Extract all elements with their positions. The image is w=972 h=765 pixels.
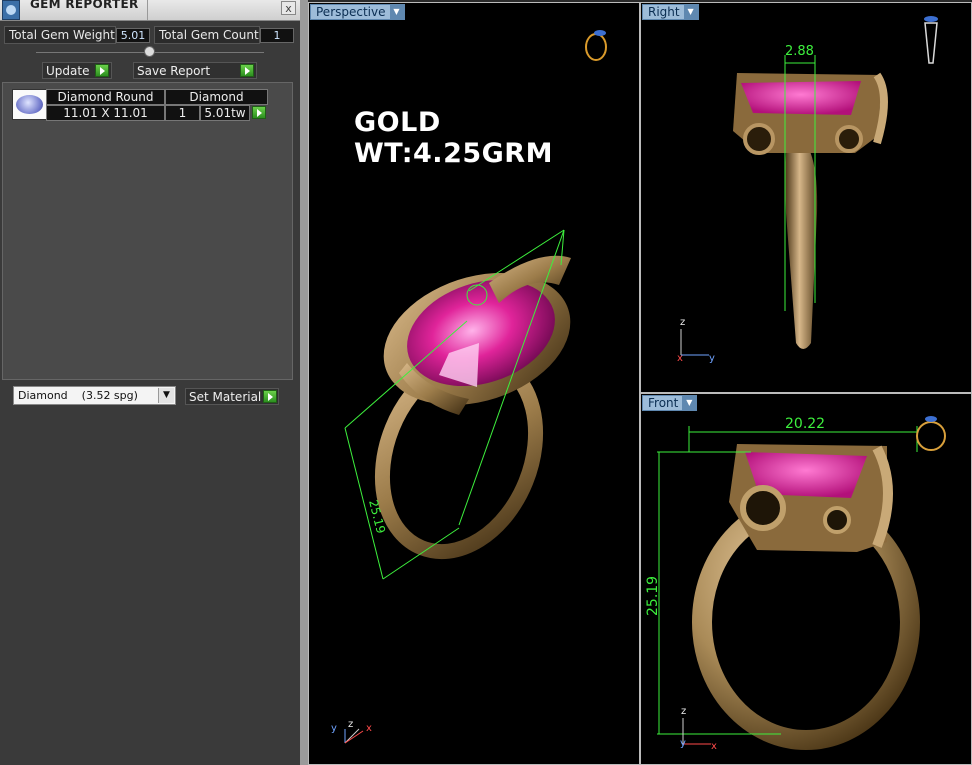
update-button[interactable]: Update xyxy=(42,62,112,79)
gem-row-play-icon[interactable] xyxy=(252,106,266,119)
axis-x-label: x xyxy=(677,353,683,364)
axis-y-label: y xyxy=(680,738,686,749)
right-viewport[interactable]: Right ▼ 2.88 z x y xyxy=(640,2,972,393)
perspective-viewport[interactable]: Perspective ▼ GOLD WT:4.25GRM 25.19 y z … xyxy=(308,2,640,765)
axis-z-label: z xyxy=(681,706,686,717)
gem-reporter-panel: GEM REPORTER x Total Gem Weight 5.01 Tot… xyxy=(0,0,300,765)
axis-gizmo: z x y xyxy=(677,317,715,364)
axis-x-label: x xyxy=(711,741,717,752)
gem-name-cell: Diamond Round xyxy=(46,89,165,105)
gem-reporter-icon xyxy=(2,0,20,20)
ring-gallery-hole xyxy=(740,485,786,531)
set-material-button[interactable]: Set Material xyxy=(185,388,279,405)
panel-titlebar: GEM REPORTER x xyxy=(0,0,300,21)
axis-gizmo: z y x xyxy=(680,706,717,752)
gem-stone xyxy=(741,81,861,115)
ring-preview-icon xyxy=(924,16,938,64)
axis-gizmo: y z x xyxy=(331,719,372,744)
save-report-button[interactable]: Save Report xyxy=(133,62,257,79)
ring-shank xyxy=(785,133,818,349)
total-gem-weight-value: 5.01 xyxy=(116,28,150,43)
ring-gallery-hole xyxy=(823,506,851,534)
total-gem-count-value: 1 xyxy=(260,28,294,43)
material-select-value: Diamond (3.52 spg) xyxy=(18,389,138,402)
gem-list: Diamond Round Diamond 11.01 X 11.01 1 5.… xyxy=(2,82,293,380)
update-button-label: Update xyxy=(46,64,90,78)
play-icon xyxy=(240,64,254,77)
axis-z-label: z xyxy=(348,719,353,730)
front-height-dimension-label: 25.19 xyxy=(645,576,661,616)
axis-z-label: z xyxy=(680,317,685,328)
chevron-down-icon: ▼ xyxy=(158,388,174,403)
total-gem-count-label: Total Gem Count xyxy=(154,26,260,44)
total-gem-weight-label: Total Gem Weight xyxy=(4,26,116,44)
set-material-button-label: Set Material xyxy=(189,390,262,404)
right-dimension-label: 2.88 xyxy=(785,44,814,59)
ring-preview-icon xyxy=(585,30,607,61)
gem-count-cell: 1 xyxy=(165,105,200,121)
play-icon xyxy=(263,390,277,403)
play-icon xyxy=(95,64,109,77)
panel-splitter[interactable] xyxy=(300,0,308,765)
axis-y-label: y xyxy=(709,353,715,364)
gem-weight-cell: 5.01tw xyxy=(200,105,250,121)
front-width-dimension-label: 20.22 xyxy=(785,416,825,432)
round-gem-icon[interactable] xyxy=(12,89,47,120)
ring-gallery-hole xyxy=(835,125,863,153)
save-report-button-label: Save Report xyxy=(137,64,211,78)
perspective-ring-render: 25.19 y z x xyxy=(331,30,607,744)
collapse-knob[interactable] xyxy=(144,46,155,57)
title-separator xyxy=(147,0,148,20)
close-button[interactable]: x xyxy=(281,1,296,15)
axis-y-label: y xyxy=(331,723,337,734)
axis-x-label: x xyxy=(366,723,372,734)
material-select[interactable]: Diamond (3.52 spg) ▼ xyxy=(13,386,176,405)
gem-type-cell: Diamond xyxy=(165,89,268,105)
front-viewport[interactable]: Front ▼ 20.22 25.19 z y x xyxy=(640,393,972,765)
ring-gallery-hole xyxy=(743,123,775,155)
gem-size-cell: 11.01 X 11.01 xyxy=(46,105,165,121)
right-ring-render: 2.88 z x y xyxy=(677,16,938,364)
panel-title: GEM REPORTER xyxy=(30,0,139,11)
ring-preview-icon xyxy=(916,416,946,451)
front-ring-render: 20.22 25.19 z y x xyxy=(645,416,946,752)
